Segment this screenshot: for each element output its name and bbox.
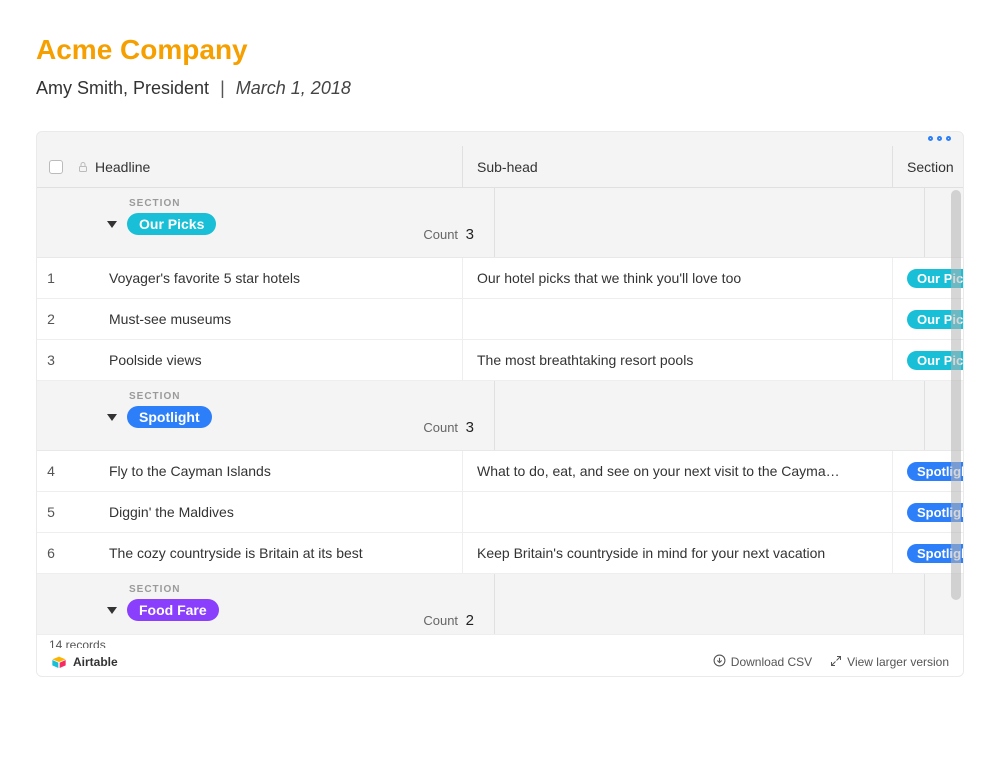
- airtable-embed: Headline Sub-head Section SECTION Our Pic…: [36, 131, 964, 677]
- cell-headline[interactable]: The cozy countryside is Britain at its b…: [65, 533, 463, 573]
- group-pill[interactable]: Spotlight: [127, 406, 212, 428]
- cell-subhead[interactable]: Our hotel picks that we think you'll lov…: [463, 258, 893, 298]
- table-row[interactable]: 5Diggin' the MaldivesSpotlight: [37, 492, 963, 533]
- group-header[interactable]: SECTION Spotlight Count 3: [37, 381, 963, 451]
- row-number: 3: [37, 340, 65, 380]
- table-row[interactable]: 4Fly to the Cayman IslandsWhat to do, ea…: [37, 451, 963, 492]
- byline-date: March 1, 2018: [236, 78, 351, 98]
- table-row[interactable]: 6The cozy countryside is Britain at its …: [37, 533, 963, 574]
- group-header[interactable]: SECTION Our Picks Count 3: [37, 188, 963, 258]
- download-csv-link[interactable]: Download CSV: [713, 654, 812, 670]
- view-larger-label: View larger version: [847, 655, 949, 669]
- byline: Amy Smith, President | March 1, 2018: [36, 78, 964, 99]
- group-section-label: SECTION: [129, 584, 478, 595]
- column-section[interactable]: Section: [893, 146, 963, 187]
- table-row[interactable]: 1Voyager's favorite 5 star hotelsOur hot…: [37, 258, 963, 299]
- byline-separator: |: [214, 78, 231, 98]
- cell-headline[interactable]: Diggin' the Maldives: [65, 492, 463, 532]
- embed-options-icon[interactable]: [928, 136, 951, 141]
- download-icon: [713, 654, 726, 670]
- download-csv-label: Download CSV: [731, 655, 812, 669]
- table-row[interactable]: 2Must-see museumsOur Picks: [37, 299, 963, 340]
- group-section-label: SECTION: [129, 198, 478, 209]
- cell-headline[interactable]: Fly to the Cayman Islands: [65, 451, 463, 491]
- group-count: Count 3: [423, 226, 474, 243]
- cell-headline[interactable]: Poolside views: [65, 340, 463, 380]
- row-number: 6: [37, 533, 65, 573]
- select-all-checkbox[interactable]: [49, 160, 63, 174]
- row-number: 4: [37, 451, 65, 491]
- cell-subhead[interactable]: Keep Britain's countryside in mind for y…: [463, 533, 893, 573]
- embed-footer: Airtable Download CSV View larger versio…: [37, 648, 963, 676]
- grid-body: SECTION Our Picks Count 3 1Voyager's favori…: [37, 188, 963, 648]
- lock-icon: [75, 146, 91, 187]
- expand-icon: [830, 655, 842, 670]
- column-subhead[interactable]: Sub-head: [463, 146, 893, 187]
- author-name: Amy Smith, President: [36, 78, 209, 98]
- group-section-label: SECTION: [129, 391, 478, 402]
- row-number: 2: [37, 299, 65, 339]
- row-number: 1: [37, 258, 65, 298]
- airtable-brand-label: Airtable: [73, 655, 118, 669]
- group-count: Count 2: [423, 612, 474, 629]
- group-count: Count 3: [423, 419, 474, 436]
- group-pill[interactable]: Our Picks: [127, 213, 216, 235]
- group-pill[interactable]: Food Fare: [127, 599, 219, 621]
- company-title: Acme Company: [36, 34, 964, 66]
- vertical-scrollbar[interactable]: [951, 190, 961, 600]
- chevron-down-icon[interactable]: [107, 414, 117, 421]
- cell-subhead[interactable]: What to do, eat, and see on your next vi…: [463, 451, 893, 491]
- column-headline[interactable]: Headline: [91, 146, 463, 187]
- chevron-down-icon[interactable]: [107, 607, 117, 614]
- airtable-logo-icon: [51, 654, 67, 670]
- row-number: 5: [37, 492, 65, 532]
- cell-subhead[interactable]: [463, 492, 893, 532]
- chevron-down-icon[interactable]: [107, 221, 117, 228]
- cell-subhead[interactable]: The most breathtaking resort pools: [463, 340, 893, 380]
- grid-header-row: Headline Sub-head Section: [37, 146, 963, 188]
- view-larger-link[interactable]: View larger version: [830, 655, 949, 670]
- airtable-brand[interactable]: Airtable: [51, 654, 118, 670]
- cell-headline[interactable]: Must-see museums: [65, 299, 463, 339]
- table-row[interactable]: 3Poolside viewsThe most breathtaking res…: [37, 340, 963, 381]
- cell-headline[interactable]: Voyager's favorite 5 star hotels: [65, 258, 463, 298]
- cell-subhead[interactable]: [463, 299, 893, 339]
